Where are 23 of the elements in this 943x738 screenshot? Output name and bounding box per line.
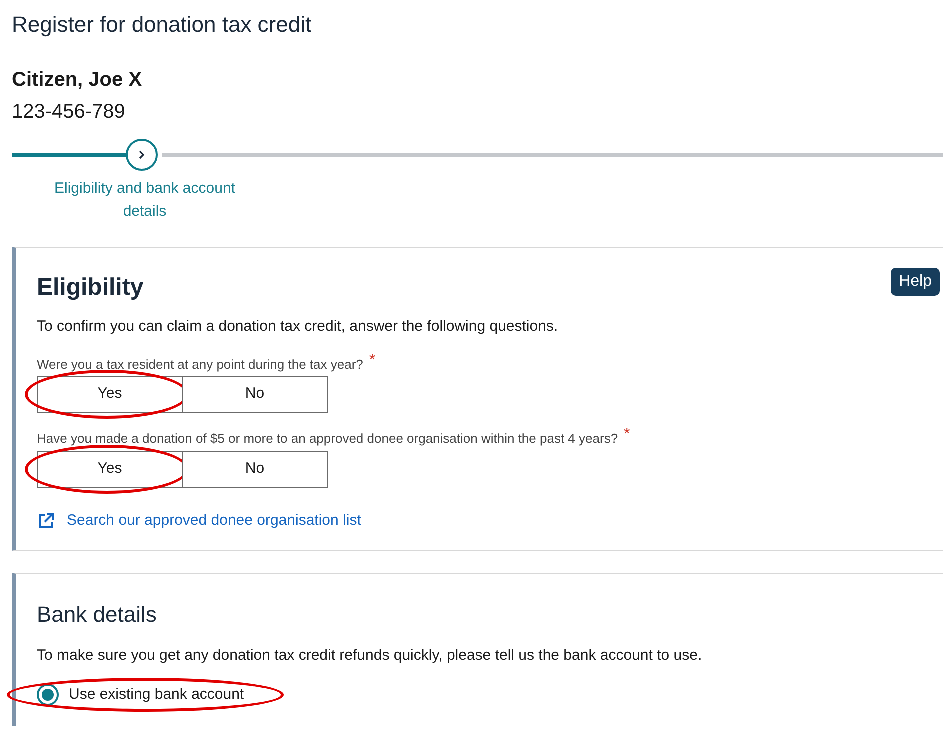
- question-label: Have you made a donation of $5 or more to an approved donee organisation within the past 4 years?: [37, 430, 618, 448]
- taxpayer-name: Citizen, Joe X: [12, 68, 144, 93]
- required-mark: *: [624, 425, 630, 445]
- help-button[interactable]: Help: [891, 268, 940, 296]
- chevron-right-icon: [137, 150, 147, 160]
- choice-button[interactable]: No: [182, 450, 328, 488]
- section-heading: Eligibility: [37, 273, 144, 303]
- radio-button[interactable]: [37, 684, 59, 706]
- taxpayer-number: 123-456-789: [12, 100, 126, 125]
- intro-text: To make sure you get any donation tax credit refunds quickly, please tell us the bank account to use.: [37, 646, 704, 666]
- choice-button[interactable]: Yes: [37, 376, 183, 413]
- section-heading: Bank details: [37, 601, 158, 629]
- required-mark: *: [369, 350, 376, 370]
- choice-button[interactable]: No: [182, 376, 328, 413]
- step-label: Eligibility and bank account details: [54, 179, 236, 222]
- external-link-icon: [37, 512, 55, 530]
- donee-list-link[interactable]: Search our approved donee organisation list: [67, 510, 362, 532]
- question-label: Were you a tax resident at any point during the tax year?: [37, 356, 364, 374]
- intro-text: To confirm you can claim a donation tax credit, answer the following questions.: [37, 317, 560, 337]
- choice-button[interactable]: Yes: [37, 450, 183, 488]
- step-marker[interactable]: [126, 139, 158, 171]
- radio-option[interactable]: Use existing bank account: [37, 684, 264, 706]
- page-title: Register for donation tax credit: [12, 11, 313, 39]
